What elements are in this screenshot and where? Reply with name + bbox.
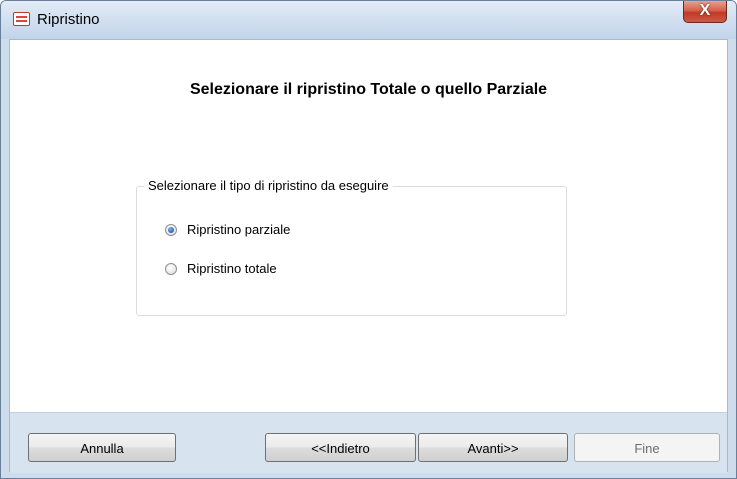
back-button[interactable]: <<Indietro bbox=[265, 433, 416, 462]
title-bar: Ripristino X bbox=[1, 1, 736, 39]
close-button[interactable]: X bbox=[683, 1, 727, 23]
group-label: Selezionare il tipo di ripristino da ese… bbox=[144, 178, 393, 193]
window-title: Ripristino bbox=[37, 11, 100, 28]
option-partial-restore[interactable]: Ripristino parziale bbox=[165, 222, 290, 237]
option-label: Ripristino parziale bbox=[187, 222, 291, 237]
dialog-body: Selezionare il ripristino Totale o quell… bbox=[9, 39, 728, 473]
option-total-restore[interactable]: Ripristino totale bbox=[165, 261, 277, 276]
radio-total-restore[interactable] bbox=[165, 262, 177, 275]
next-button[interactable]: Avanti>> bbox=[418, 433, 568, 462]
option-label: Ripristino totale bbox=[187, 261, 277, 276]
cancel-button[interactable]: Annulla bbox=[28, 433, 176, 462]
button-bar: Annulla <<Indietro Avanti>> Fine bbox=[10, 412, 727, 473]
restore-dialog: Ripristino X Selezionare il ripristino T… bbox=[0, 0, 737, 479]
page-title: Selezionare il ripristino Totale o quell… bbox=[189, 81, 548, 98]
restore-type-group: Selezionare il tipo di ripristino da ese… bbox=[136, 178, 567, 316]
finish-button[interactable]: Fine bbox=[574, 433, 720, 462]
radio-partial-restore[interactable] bbox=[165, 223, 177, 236]
app-icon bbox=[13, 12, 30, 26]
